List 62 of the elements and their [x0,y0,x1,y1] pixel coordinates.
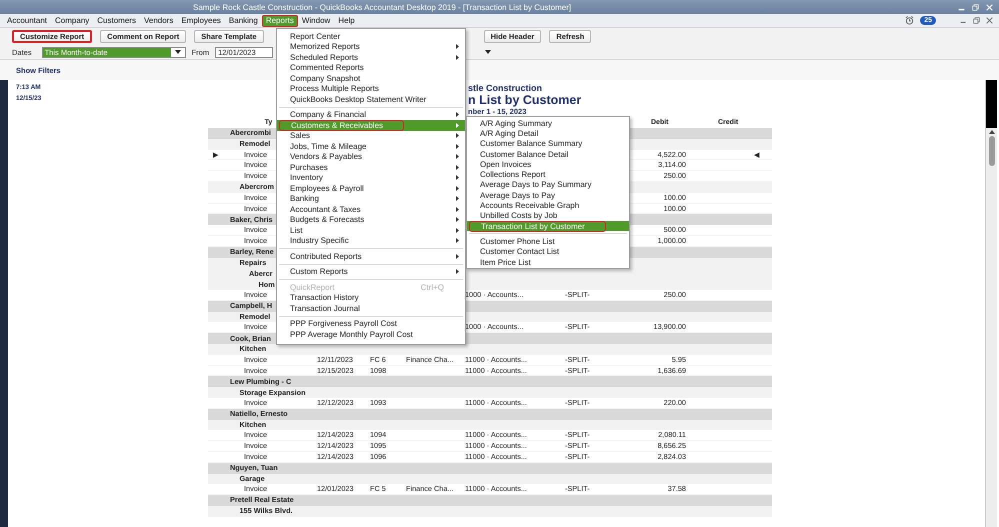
menu-bar-item[interactable]: Customers [93,14,140,26]
menu-item[interactable]: Budgets & Forecasts [277,214,465,225]
caret-icon [485,50,492,54]
menu-item[interactable]: Customer Balance Summary [467,138,629,149]
report-title: n List by Customer [468,94,582,107]
menu-item[interactable]: Inventory [277,172,465,183]
company-name: stle Construction [468,83,542,94]
menu-item[interactable]: PPP Forgiveness Payroll Cost [277,318,465,329]
menu-bar-item[interactable]: Help [334,14,359,26]
menu-item[interactable]: Company Snapshot [277,73,465,84]
menu-item[interactable]: Customer Contact List [467,246,629,257]
menu-item[interactable]: A/R Aging Detail [467,128,629,139]
menu-item[interactable]: Memorized Reports [277,42,465,52]
menu-item[interactable]: Average Days to Pay [467,190,629,200]
menu-item[interactable]: Company & Financial [277,110,465,120]
menu-item[interactable]: Customer Balance Detail [467,148,629,160]
menu-bar-item[interactable]: Reports [262,14,298,26]
menu-item[interactable]: Scheduled Reports [277,52,465,62]
menu-item[interactable]: Industry Specific [277,236,465,246]
menu-item[interactable]: Jobs, Time & Mileage [277,141,465,152]
menu-bar-item[interactable]: Window [298,14,334,26]
menu-item[interactable]: Sales [277,130,465,141]
menu-item[interactable]: Accountant & Taxes [277,204,465,214]
menu-item[interactable]: PPP Average Monthly Payroll Cost [277,329,465,340]
menu-item[interactable]: Contributed Reports [277,251,465,262]
menu-item[interactable]: Transaction List by Customer [467,220,629,232]
menu-item[interactable]: Open Invoices [467,159,629,170]
menu-item[interactable]: Banking [277,194,465,204]
menu-item[interactable]: A/R Aging Summary [467,118,629,128]
restore-icon [972,4,979,10]
menu-item[interactable]: Item Price List [467,256,629,268]
menu-item[interactable]: Employees & Payroll [277,183,465,194]
menu-item[interactable]: Customer Phone List [467,236,629,247]
menu-item[interactable]: Unbilled Costs by Job [467,210,629,221]
menu-bar-item[interactable]: Accountant [3,14,52,26]
menu-item[interactable]: List [277,225,465,236]
scroll-thumb[interactable] [988,136,994,166]
scrollbar[interactable] [985,80,997,527]
menu-item[interactable]: Custom Reports [277,266,465,277]
menu-bar-item[interactable]: Vendors [140,14,178,26]
menu-item[interactable]: Average Days to Pay Summary [467,180,629,190]
menu-bar-item[interactable]: Banking [224,14,262,26]
menu-item[interactable]: Process Multiple Reports [277,84,465,94]
scroll-up-icon [988,130,994,134]
window-title: Sample Rock Castle Construction - QuickBooks Accountant Desktop 2019 - [Transaction List by Customer] [193,2,572,12]
menu-item[interactable]: Purchases [277,162,465,172]
menu-item[interactable]: Customers & Receivables [277,120,465,130]
menu-bar-item[interactable]: Employees [177,14,225,26]
menu-item[interactable]: Commented Reports [277,62,465,73]
menu-bar-item[interactable]: Company [51,14,94,26]
restore-icon [973,17,980,24]
close-icon [986,4,993,10]
menu-item[interactable]: Accounts Receivable Graph [467,200,629,211]
caret-icon [174,50,181,54]
menu-item[interactable]: Vendors & Payables [277,152,465,162]
menu-item[interactable]: Transaction History [277,292,465,303]
menu-item[interactable]: QuickBooks Desktop Statement Writer [277,94,465,104]
menu-item[interactable]: Collections Report [467,169,629,180]
alarm-clock-icon [905,16,914,25]
menu-item[interactable]: Report Center [277,31,465,42]
menu-item[interactable]: Transaction Journal [277,303,465,314]
close-icon [986,17,993,24]
